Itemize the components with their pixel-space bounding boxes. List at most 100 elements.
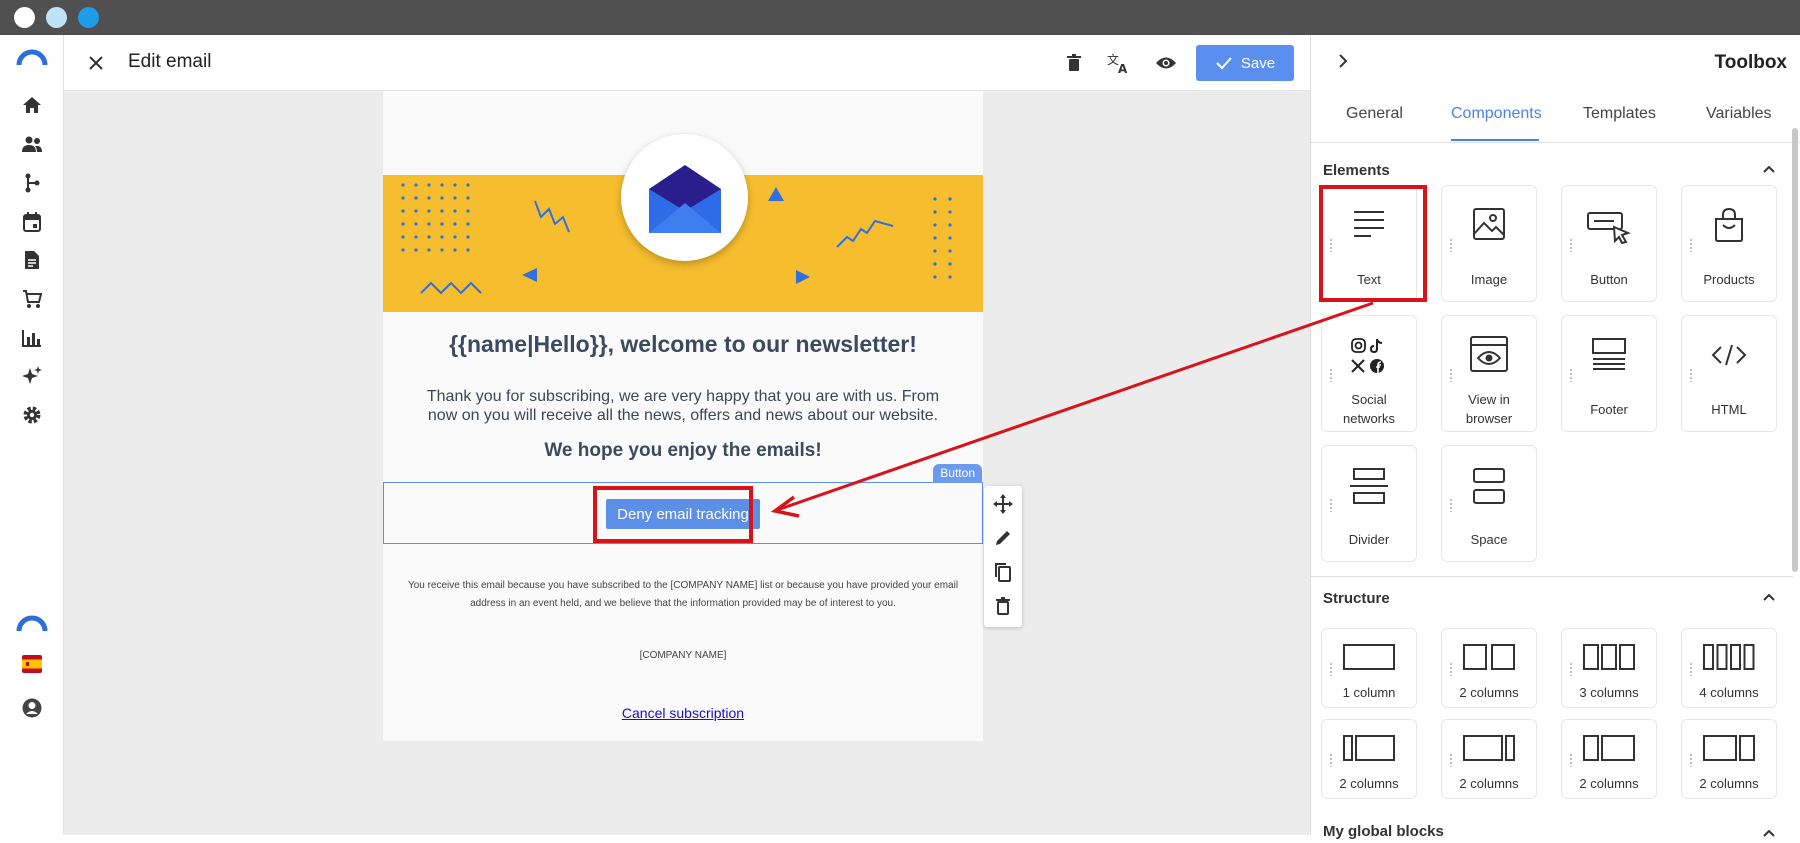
structure-card-2-columns-narrow-right[interactable]: 2 columns [1441,719,1537,799]
email-footer-text[interactable]: You receive this email because you have … [403,577,963,613]
two-columns-third-left-icon [1562,735,1656,761]
cancel-subscription-link[interactable]: Cancel subscription [383,705,983,721]
document-icon[interactable] [20,248,44,272]
button-cursor-icon [1562,212,1656,244]
toolbox-scrollbar[interactable] [1792,128,1798,572]
envelope-icon [648,164,721,233]
structure-card-label: 2 columns [1459,685,1519,700]
social-icons [1322,336,1416,376]
window-close-dot[interactable] [14,7,35,28]
cart-icon[interactable] [20,287,44,311]
structure-card-2-columns-third-right[interactable]: 2 columns [1681,719,1777,799]
email-canvas: {{name|Hello}}, welcome to our newslette… [64,91,1310,835]
email-heading[interactable]: {{name|Hello}}, welcome to our newslette… [383,331,983,358]
structure-card-2-columns-narrow-left[interactable]: 2 columns [1321,719,1417,799]
tab-templates[interactable]: Templates [1583,105,1656,123]
one-column-icon [1322,644,1416,670]
two-columns-narrow-right-icon [1442,735,1536,761]
element-card-products[interactable]: Products [1681,185,1777,302]
close-icon[interactable] [80,47,112,79]
global-blocks-section-title[interactable]: My global blocks [1323,823,1444,840]
brand-logo[interactable] [15,45,49,69]
window-maximize-dot[interactable] [78,7,99,28]
structure-card-label: 3 columns [1579,685,1639,700]
structure-card-3-columns[interactable]: 3 columns [1561,628,1657,708]
annotation-highlight-button [593,486,753,543]
structure-card-label: 2 columns [1339,776,1399,791]
calendar-icon[interactable] [20,210,44,234]
image-icon [1442,208,1536,240]
email-paragraph[interactable]: Thank you for subscribing, we are very h… [423,387,943,425]
structure-collapse-icon[interactable] [1762,589,1776,607]
window-titlebar [0,0,1800,35]
trash-icon[interactable] [1058,47,1090,79]
structure-card-2-columns-third-left[interactable]: 2 columns [1561,719,1657,799]
svg-text:A: A [1118,62,1128,74]
block-controls [984,486,1022,627]
element-card-footer[interactable]: Footer [1561,315,1657,432]
browser-eye-icon [1442,336,1536,372]
sparkle-icon[interactable] [20,364,44,388]
structure-card-2-columns[interactable]: 2 columns [1441,628,1537,708]
elements-section-title[interactable]: Elements [1323,162,1390,179]
element-card-social-networks[interactable]: Social networks [1321,315,1417,432]
left-navigation [0,35,64,835]
element-card-image[interactable]: Image [1441,185,1537,302]
element-card-space[interactable]: Space [1441,445,1537,562]
user-account-icon[interactable] [20,696,44,720]
structure-card-label: 2 columns [1699,776,1759,791]
element-card-label: Image [1470,272,1508,287]
contacts-icon[interactable] [20,132,44,156]
translate-icon[interactable]: 文A [1103,47,1135,79]
structure-card-4-columns[interactable]: 4 columns [1681,628,1777,708]
element-card-button[interactable]: Button [1561,185,1657,302]
four-columns-icon [1682,644,1776,670]
automation-icon[interactable] [20,171,44,195]
drag-handle-icon[interactable] [1689,368,1693,382]
active-tab-indicator [1451,139,1539,141]
brand-logo-small[interactable] [15,611,49,635]
toolbox-tabs: General Components Templates Variables [1311,91,1800,143]
save-button[interactable]: Save [1196,45,1294,81]
tab-variables[interactable]: Variables [1706,105,1772,123]
tab-components[interactable]: Components [1451,105,1542,123]
checkmark-icon [1216,57,1232,70]
collapse-chevron-icon[interactable] [1337,53,1357,73]
element-card-label: Space [1470,532,1508,547]
tab-general[interactable]: General [1346,105,1403,123]
move-icon[interactable] [991,492,1015,516]
home-icon[interactable] [20,93,44,117]
structure-card-1-column[interactable]: 1 column [1321,628,1417,708]
divider-icon [1322,468,1416,504]
email-body: {{name|Hello}}, welcome to our newslette… [383,91,983,741]
annotation-highlight-text-card [1319,185,1427,302]
preview-eye-icon[interactable] [1150,47,1182,79]
settings-icon[interactable] [20,403,44,427]
element-card-label: HTML [1711,402,1747,417]
structure-section-title[interactable]: Structure [1323,590,1390,607]
global-blocks-collapse-icon[interactable] [1762,825,1776,843]
element-card-divider[interactable]: Divider [1321,445,1417,562]
duplicate-icon[interactable] [991,560,1015,584]
element-card-view-in-browser[interactable]: View in browser [1441,315,1537,432]
elements-collapse-icon[interactable] [1762,161,1776,179]
element-card-html[interactable]: HTML [1681,315,1777,432]
edit-pencil-icon[interactable] [991,526,1015,550]
spain-flag-icon[interactable] [20,652,44,676]
window-minimize-dot[interactable] [46,7,67,28]
footer-icon [1562,338,1656,372]
element-card-label: Footer [1590,402,1628,417]
structure-card-label: 2 columns [1579,776,1639,791]
toolbox-header: Toolbox [1311,35,1800,91]
email-subheading[interactable]: We hope you enjoy the emails! [383,440,983,462]
save-button-label: Save [1240,54,1276,72]
delete-block-icon[interactable] [991,594,1015,618]
page-title: Edit email [128,51,212,72]
three-columns-icon [1562,644,1656,670]
section-divider [1311,576,1793,577]
element-card-label: Products [1703,272,1755,287]
drag-handle-icon[interactable] [1449,238,1453,252]
stats-icon[interactable] [20,326,44,350]
structure-card-label: 4 columns [1699,685,1759,700]
company-name[interactable]: [COMPANY NAME] [383,650,983,661]
